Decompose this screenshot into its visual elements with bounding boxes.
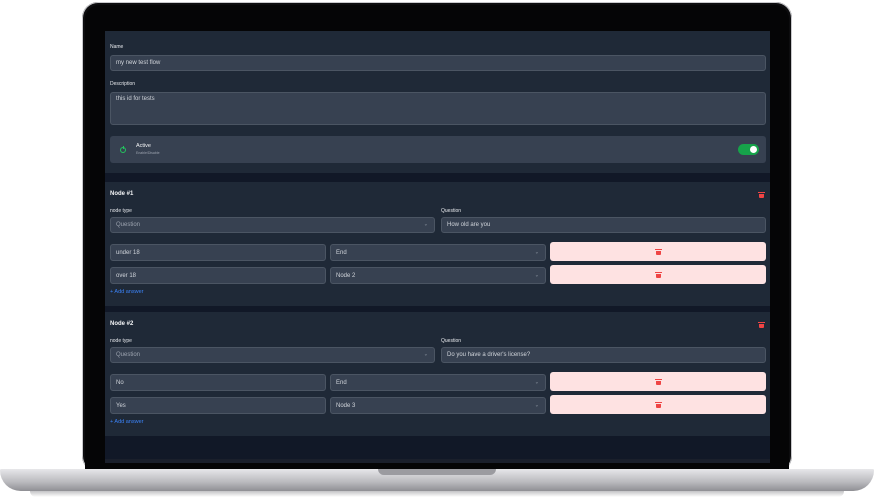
trash-icon xyxy=(654,378,662,385)
answer-target-select[interactable]: End ⌄ xyxy=(330,244,546,261)
node-title: Node #2 xyxy=(110,321,134,327)
chevron-down-icon: ⌄ xyxy=(534,402,539,409)
add-answer-link[interactable]: + Add answer xyxy=(110,289,143,295)
laptop-base xyxy=(0,469,874,491)
delete-answer-button[interactable] xyxy=(550,242,766,261)
node-type-select[interactable]: Question ⌄ xyxy=(110,347,435,363)
laptop-shadow xyxy=(30,491,844,497)
answer-target-value: End xyxy=(336,379,347,386)
chevron-down-icon: ⌄ xyxy=(423,221,428,228)
answer-target-value: End xyxy=(336,249,347,256)
active-panel: Active Enable/Disable xyxy=(110,136,766,163)
node-type-value: Question xyxy=(116,222,141,228)
add-answer-link[interactable]: + Add answer xyxy=(110,419,143,425)
delete-answer-button[interactable] xyxy=(550,265,766,284)
trash-icon xyxy=(654,401,662,408)
answer-input[interactable]: No xyxy=(110,374,326,391)
answer-target-value: Node 3 xyxy=(336,402,356,409)
answer-input[interactable]: Yes xyxy=(110,397,326,414)
trash-icon xyxy=(757,192,765,198)
node-card: Node #1 node type Question ⌄ Question Ho… xyxy=(105,182,770,306)
node-type-value: Question xyxy=(116,352,141,358)
chevron-down-icon: ⌄ xyxy=(534,379,539,386)
answer-target-select[interactable]: Node 3 ⌄ xyxy=(330,397,546,414)
trash-icon xyxy=(654,271,662,278)
node-card: Node #2 node type Question ⌄ Question Do… xyxy=(105,312,770,436)
delete-node-button[interactable] xyxy=(757,321,765,329)
node-type-label: node type xyxy=(110,208,132,214)
answer-input[interactable]: under 18 xyxy=(110,244,326,261)
chevron-down-icon: ⌄ xyxy=(423,351,428,358)
delete-answer-button[interactable] xyxy=(550,372,766,391)
question-input[interactable]: Do you have a driver's license? xyxy=(441,347,766,363)
node-type-label: node type xyxy=(110,338,132,344)
active-sublabel: Enable/Disable xyxy=(136,151,160,155)
node-type-select[interactable]: Question ⌄ xyxy=(110,217,435,233)
answer-target-select[interactable]: Node 2 ⌄ xyxy=(330,267,546,284)
chevron-down-icon: ⌄ xyxy=(534,272,539,279)
node-title: Node #1 xyxy=(110,191,134,197)
flow-settings-card: Name my new test flow Description this i… xyxy=(105,31,770,173)
app-screen: Name my new test flow Description this i… xyxy=(105,31,770,459)
chevron-down-icon: ⌄ xyxy=(534,249,539,256)
name-label: Name xyxy=(110,44,124,50)
trash-icon xyxy=(757,322,765,328)
active-toggle[interactable] xyxy=(738,144,759,155)
power-icon xyxy=(120,146,126,153)
active-label: Active xyxy=(136,143,151,149)
answer-target-select[interactable]: End ⌄ xyxy=(330,374,546,391)
question-input[interactable]: How old are you xyxy=(441,217,766,233)
question-label: Question xyxy=(441,338,462,344)
description-label: Description xyxy=(110,81,136,87)
trash-icon xyxy=(654,248,662,255)
delete-answer-button[interactable] xyxy=(550,395,766,414)
answer-input[interactable]: over 18 xyxy=(110,267,326,284)
question-label: Question xyxy=(441,208,462,214)
description-textarea[interactable]: this id for tests xyxy=(110,92,766,125)
screen-bottom-bezel xyxy=(105,459,770,463)
answer-target-value: Node 2 xyxy=(336,272,356,279)
name-input[interactable]: my new test flow xyxy=(110,55,766,71)
delete-node-button[interactable] xyxy=(757,191,765,199)
